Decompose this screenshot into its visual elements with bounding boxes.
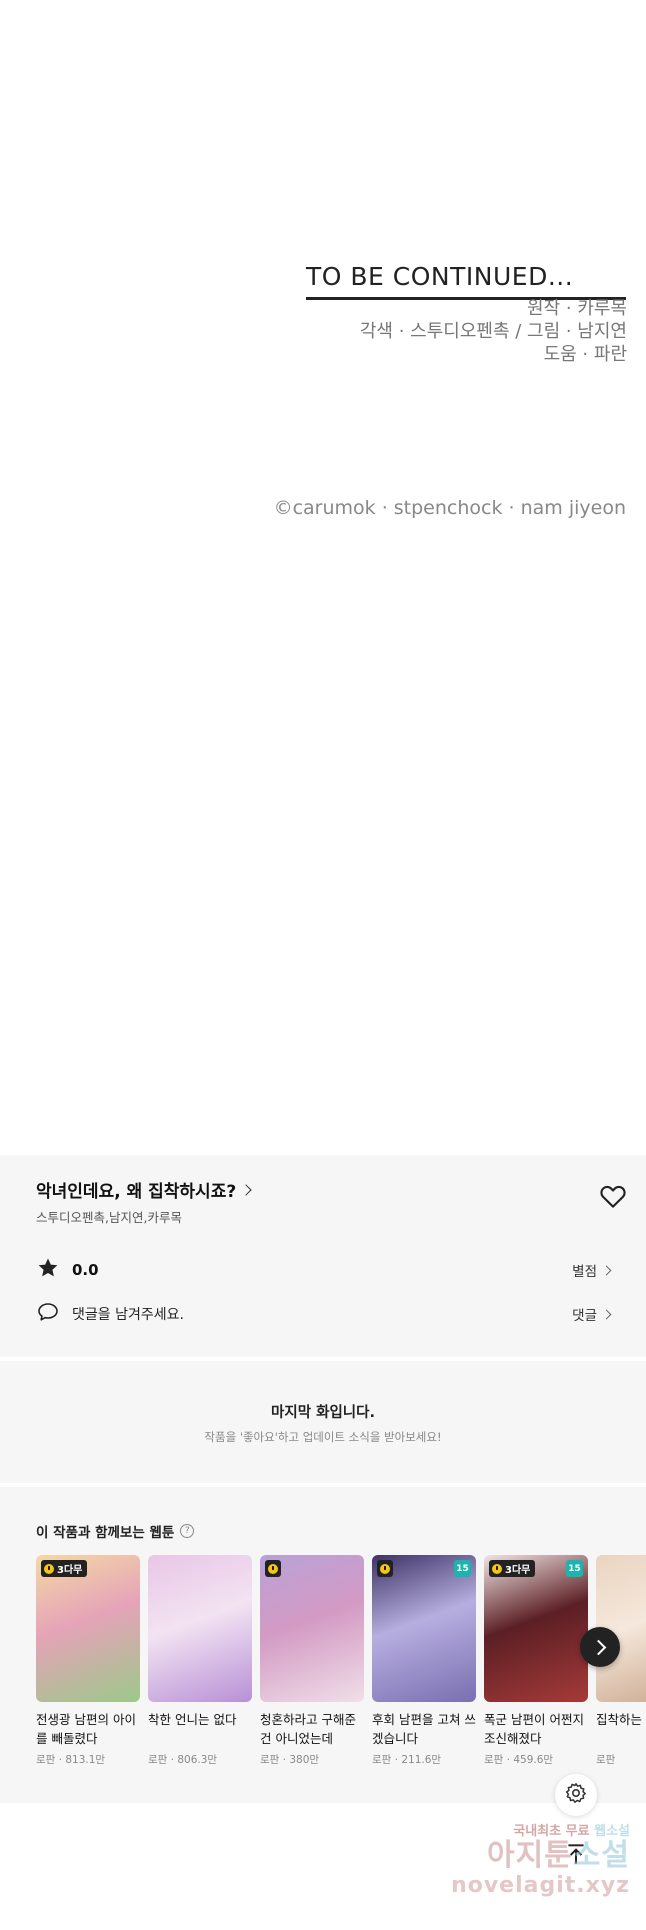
rate-button-label: 별점 bbox=[572, 1264, 597, 1280]
speech-bubble-icon bbox=[36, 1300, 60, 1328]
card-title: 전생광 남편의 아이를 빼돌렸다 bbox=[36, 1712, 136, 1746]
recommendation-card[interactable]: 3다무전생광 남편의 아이를 빼돌렸다로판 · 813.1만 bbox=[36, 1555, 140, 1767]
card-genre: 로판 bbox=[36, 1754, 56, 1766]
card-meta: 로판 · 211.6만 bbox=[372, 1752, 476, 1767]
recommendation-card[interactable]: 착한 언니는 없다로판 · 806.3만 bbox=[148, 1555, 252, 1767]
help-icon[interactable]: ? bbox=[180, 1524, 195, 1538]
separator-dot: · bbox=[391, 1754, 402, 1766]
card-genre: 로판 bbox=[484, 1754, 504, 1766]
viewer-settings-button[interactable] bbox=[555, 1774, 597, 1816]
wait-free-badge: 3다무 bbox=[41, 1560, 88, 1577]
card-views: 813.1만 bbox=[65, 1754, 106, 1766]
clock-icon bbox=[492, 1563, 502, 1574]
card-meta: 로판 · 459.6만 bbox=[484, 1752, 588, 1767]
card-genre: 로판 bbox=[596, 1754, 616, 1766]
separator-dot: · bbox=[55, 1754, 66, 1766]
chevron-right-icon bbox=[240, 1184, 252, 1196]
clock-icon bbox=[44, 1563, 54, 1574]
card-views: 806.3만 bbox=[177, 1754, 218, 1766]
recommendations-title: 이 작품과 함께보는 웹툰 bbox=[36, 1525, 175, 1541]
age-rating-badge: 15 bbox=[454, 1560, 471, 1577]
card-title: 폭군 남편이 어쩐지 조신해졌다 bbox=[484, 1712, 584, 1746]
cover-thumbnail bbox=[260, 1555, 364, 1702]
series-info-section: 악녀인데요, 왜 집착하시죠? 스투디오펜촉,남지연,카루목 0.0 별점 댓글… bbox=[0, 1155, 646, 1357]
card-views: 380만 bbox=[289, 1754, 320, 1766]
last-episode-title: 마지막 화입니다. bbox=[271, 1405, 375, 1421]
badge-label: 3다무 bbox=[505, 1565, 531, 1576]
rating-score: 0.0 bbox=[72, 1261, 99, 1279]
chevron-right-icon bbox=[590, 1639, 606, 1655]
chevron-right-icon bbox=[601, 1309, 612, 1320]
cover-thumbnail: 3다무 15 bbox=[484, 1555, 588, 1702]
wait-free-badge bbox=[377, 1560, 393, 1577]
comment-row: 댓글을 남겨주세요. 댓글 bbox=[36, 1299, 612, 1329]
separator-dot: · bbox=[503, 1754, 514, 1766]
recommendation-card[interactable]: 3다무 15 폭군 남편이 어쩐지 조신해졌다로판 · 459.6만 bbox=[484, 1555, 588, 1767]
card-meta: 로판 bbox=[596, 1752, 646, 1767]
age-rating-badge: 15 bbox=[566, 1560, 583, 1577]
watermark-line2-a: 아지툰 bbox=[486, 1838, 573, 1873]
to-be-continued-text: TO BE CONTINUED... bbox=[306, 262, 626, 300]
card-title: 착한 언니는 없다 bbox=[148, 1712, 237, 1727]
card-genre: 로판 bbox=[260, 1754, 280, 1766]
last-episode-subtitle: 작품을 '좋아요'하고 업데이트 소식을 받아보세요! bbox=[204, 1430, 442, 1444]
card-genre: 로판 bbox=[372, 1754, 392, 1766]
credits: 원작 · 카루목 각색 · 스투디오펜촉 / 그림 · 남지연 도움 · 파란 bbox=[360, 297, 627, 366]
badge-label: 3다무 bbox=[57, 1565, 83, 1576]
site-watermark: 국내최초 무료 웹소설 아지툰소설 novelagit.xyz bbox=[451, 1820, 630, 1898]
comments-button-label: 댓글 bbox=[572, 1308, 597, 1324]
watermark-line1-b: 웹소설 bbox=[594, 1824, 630, 1839]
cover-thumbnail: 15 bbox=[372, 1555, 476, 1702]
comment-input-area[interactable]: 댓글을 남겨주세요. bbox=[36, 1300, 184, 1328]
last-episode-notice: 마지막 화입니다. 작품을 '좋아요'하고 업데이트 소식을 받아보세요! bbox=[0, 1361, 646, 1483]
recommendation-carousel: 3다무 전생광 남편의 아이를 빼돌렸다 로판 · 813.1만 착한 언니는 없다 로… bbox=[36, 1555, 646, 1767]
comments-button[interactable]: 댓글 bbox=[572, 1304, 612, 1324]
copyright-text: ©carumok · stpenchock · nam jiyeon bbox=[273, 497, 626, 519]
card-title: 청혼하라고 구해준 건 아니었는데 bbox=[260, 1712, 356, 1746]
clock-icon bbox=[268, 1563, 278, 1574]
cover-thumbnail: 3다무 bbox=[36, 1555, 140, 1702]
card-views: 211.6만 bbox=[401, 1754, 442, 1766]
wait-free-badge: 3다무 bbox=[489, 1560, 536, 1577]
wait-free-badge bbox=[265, 1560, 281, 1577]
series-title-link[interactable]: 악녀인데요, 왜 집착하시죠? bbox=[36, 1177, 252, 1202]
clock-icon bbox=[380, 1563, 390, 1574]
series-title: 악녀인데요, 왜 집착하시죠? bbox=[36, 1182, 237, 1202]
credit-line: 도움 · 파란 bbox=[543, 344, 627, 365]
recommendation-card[interactable]: 청혼하라고 구해준 건 아니었는데로판 · 380만 bbox=[260, 1555, 364, 1767]
separator-dot: · bbox=[167, 1754, 178, 1766]
card-title: 후회 남편을 고쳐 쓰겠습니다 bbox=[372, 1712, 476, 1746]
rate-button[interactable]: 별점 bbox=[572, 1260, 612, 1280]
watermark-line1-a: 국내최초 무료 bbox=[513, 1824, 590, 1839]
card-views: 459.6만 bbox=[513, 1754, 554, 1766]
credit-line: 원작 · 카루목 bbox=[527, 298, 627, 319]
like-heart-icon[interactable] bbox=[598, 1181, 628, 1211]
recommendations-section: 이 작품과 함께보는 웹툰 ? 3다무전생광 남편의 아이를 빼돌렸다로판 · … bbox=[0, 1487, 646, 1803]
rating-row: 0.0 별점 bbox=[36, 1255, 612, 1285]
separator-dot: · bbox=[279, 1754, 290, 1766]
watermark-url: novelagit.xyz bbox=[451, 1873, 630, 1898]
recommendation-card[interactable]: 15 후회 남편을 고쳐 쓰겠습니다로판 · 211.6만 bbox=[372, 1555, 476, 1767]
comment-placeholder: 댓글을 남겨주세요. bbox=[72, 1307, 184, 1323]
recommendations-header: 이 작품과 함께보는 웹툰 ? bbox=[36, 1521, 195, 1541]
card-title: 집착하는 직 bbox=[596, 1712, 646, 1727]
card-meta: 로판 · 380만 bbox=[260, 1752, 364, 1767]
gear-icon bbox=[564, 1781, 588, 1809]
comic-ending-panel: TO BE CONTINUED... 원작 · 카루목 각색 · 스투디오펜촉 … bbox=[0, 0, 646, 1155]
credit-line: 각색 · 스투디오펜촉 / 그림 · 남지연 bbox=[359, 321, 627, 342]
star-icon bbox=[36, 1256, 60, 1284]
carousel-next-button[interactable] bbox=[580, 1627, 620, 1667]
chevron-right-icon bbox=[601, 1265, 612, 1276]
card-genre: 로판 bbox=[148, 1754, 168, 1766]
watermark-line2-b: 소설 bbox=[572, 1838, 630, 1873]
card-meta: 로판 · 806.3만 bbox=[148, 1752, 252, 1767]
card-meta: 로판 · 813.1만 bbox=[36, 1752, 140, 1767]
cover-thumbnail bbox=[148, 1555, 252, 1702]
series-authors: 스투디오펜촉,남지연,카루목 bbox=[36, 1210, 182, 1225]
